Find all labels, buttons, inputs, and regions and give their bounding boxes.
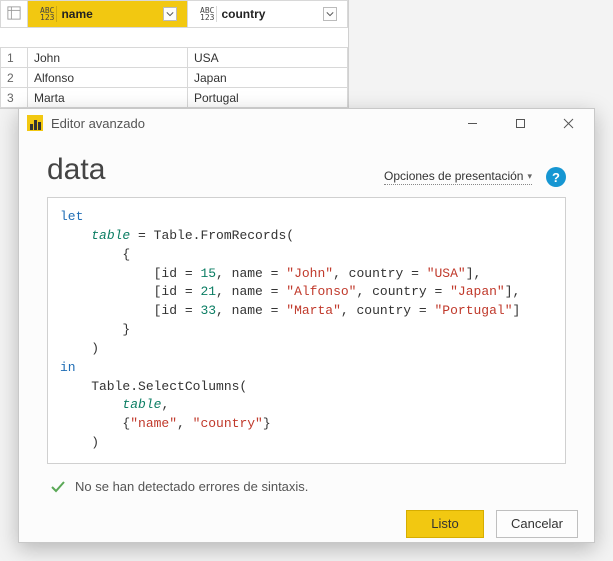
datatype-any-icon: ABC123 — [198, 6, 217, 22]
row-number: 1 — [1, 48, 28, 68]
column-header-name[interactable]: ABC123 name — [28, 1, 188, 28]
window-title: Editor avanzado — [51, 116, 444, 131]
query-output-table: ABC123 name ABC123 country — [0, 0, 349, 109]
query-name-heading: data — [47, 153, 105, 187]
table-corner-icon[interactable] — [1, 1, 28, 28]
table-row[interactable]: 2 Alfonso Japan — [1, 68, 348, 88]
table-row[interactable]: 1 John USA — [1, 48, 348, 68]
column-header-country[interactable]: ABC123 country — [188, 1, 348, 28]
cell-country[interactable]: USA — [188, 48, 348, 68]
row-number: 2 — [1, 68, 28, 88]
datatype-any-icon: ABC123 — [38, 6, 57, 22]
column-label: country — [221, 7, 319, 21]
check-icon — [49, 478, 67, 496]
powerbi-app-icon — [27, 115, 43, 131]
minimize-button[interactable] — [452, 109, 492, 137]
cell-name[interactable]: John — [28, 48, 188, 68]
titlebar: Editor avanzado — [19, 109, 594, 137]
table-row[interactable]: 3 Marta Portugal — [1, 88, 348, 108]
column-filter-dropdown[interactable] — [163, 7, 177, 21]
advanced-editor-dialog: Editor avanzado data Opciones de present… — [18, 108, 595, 543]
code-content[interactable]: let table = Table.FromRecords( { [id = 1… — [48, 198, 565, 463]
syntax-status: No se han detectado errores de sintaxis. — [47, 464, 566, 504]
column-filter-dropdown[interactable] — [323, 7, 337, 21]
help-icon[interactable]: ? — [546, 167, 566, 187]
chevron-down-icon: ▾ — [527, 171, 532, 182]
close-button[interactable] — [548, 109, 588, 137]
column-label: name — [61, 7, 159, 21]
cell-name[interactable]: Marta — [28, 88, 188, 108]
cell-name[interactable]: Alfonso — [28, 68, 188, 88]
cell-country[interactable]: Portugal — [188, 88, 348, 108]
cancel-button[interactable]: Cancelar — [496, 510, 578, 538]
cell-country[interactable]: Japan — [188, 68, 348, 88]
done-button[interactable]: Listo — [406, 510, 484, 538]
display-options-dropdown[interactable]: Opciones de presentación▾ — [384, 169, 532, 185]
maximize-button[interactable] — [500, 109, 540, 137]
code-editor[interactable]: let table = Table.FromRecords( { [id = 1… — [47, 197, 566, 464]
row-number: 3 — [1, 88, 28, 108]
